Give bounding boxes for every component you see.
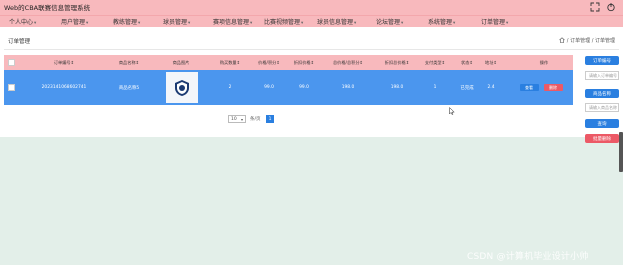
main-nav: 个人中心▾ 用户管理▾ 教练管理▾ 球员管理▾ 赛项信息管理▾ 比赛视频管理▾ … [0, 15, 623, 27]
row-checkbox[interactable] [6, 70, 16, 105]
search-button[interactable]: 查询 [585, 119, 619, 128]
logout-icon[interactable] [606, 2, 616, 12]
page-title: 订单管理 [8, 39, 31, 45]
cell-delete-action: 删除 [541, 70, 565, 105]
header-pay-type[interactable]: 支付类型 ⇕ [416, 55, 454, 70]
page-size-label: 条/页 [250, 117, 261, 122]
nav-item-forum-management[interactable]: 论坛管理▾ [376, 17, 403, 26]
cell-status: 已完成 [460, 85, 474, 91]
breadcrumb: / 订单管理 / 订单管理 [559, 37, 615, 44]
cell-product-name: 商品名称5 [118, 85, 140, 91]
nav-item-event-management[interactable]: 赛项信息管理▾ [213, 17, 252, 26]
nav-item-player-info-management[interactable]: 球员信息管理▾ [317, 17, 356, 26]
cell-product-image [165, 70, 198, 105]
app-title: Web的CBA联赛信息管理系统 [4, 4, 91, 12]
nav-item-order-management[interactable]: 订单管理▾ [481, 17, 508, 26]
header-price[interactable]: 价格/积分 ⇕ [254, 55, 284, 70]
delete-button[interactable]: 删除 [543, 84, 563, 91]
order-no-input[interactable]: 请输入订单编号 [585, 71, 619, 80]
cell-price: 99.0 [264, 85, 274, 90]
batch-delete-button[interactable]: 批量删除 [585, 134, 619, 143]
table-header: 订单编号 ⇕ 商品名称 ⇕ 商品图片 购买数量 ⇕ 价格/积分 ⇕ 折扣价格 ⇕ 总价格/… [4, 55, 573, 70]
cell-order-no: 2023141068602741 [41, 85, 87, 90]
divider [4, 49, 619, 50]
cell-pay-type: 1 [433, 85, 437, 90]
order-no-button[interactable]: 订单编号 [585, 56, 619, 65]
header-product-image: 商品图片 [172, 59, 190, 65]
watermark: CSDN @计算机毕业设计小帅 [467, 252, 589, 262]
page-size-select[interactable]: 10 ▾ [228, 115, 246, 123]
header-address[interactable]: 地址 ⇕ [480, 55, 502, 70]
header-product-name[interactable]: 商品名称 ⇕ [104, 55, 154, 70]
breadcrumb-item[interactable]: 订单管理 [570, 38, 590, 44]
current-page-button[interactable]: 1 [266, 115, 274, 123]
fullscreen-icon[interactable] [590, 2, 600, 12]
header-order-no[interactable]: 订单编号 ⇕ [34, 55, 94, 70]
product-name-button[interactable]: 商品名称 [585, 89, 619, 98]
nav-item-video-management[interactable]: 比赛视频管理▾ [264, 17, 303, 26]
cell-discount-total: 198.0 [390, 85, 404, 90]
header-discount-total[interactable]: 折扣总价格 ⇕ [375, 55, 419, 70]
cell-discount-price: 99.0 [299, 85, 309, 90]
select-all-checkbox[interactable] [6, 55, 16, 70]
header-quantity[interactable]: 购买数量 ⇕ [208, 55, 252, 70]
header-discount-price[interactable]: 折扣价格 ⇕ [286, 55, 322, 70]
team-logo-icon [174, 79, 189, 96]
nav-item-user-management[interactable]: 用户管理▾ [61, 17, 88, 26]
cell-quantity: 2 [228, 85, 232, 90]
view-button[interactable]: 查看 [519, 84, 539, 91]
header-actions: 操作 [539, 59, 549, 65]
product-name-input[interactable]: 请输入商品名称 [585, 103, 619, 112]
cell-view-action: 查看 [517, 70, 541, 105]
product-thumbnail[interactable] [165, 72, 198, 103]
scrollbar-thumb[interactable] [619, 132, 623, 172]
chevron-down-icon: ▾ [240, 117, 243, 122]
home-icon[interactable] [559, 37, 565, 43]
top-bar: Web的CBA联赛信息管理系统 [0, 0, 623, 15]
content-panel: 订单管理 / 订单管理 / 订单管理 订单编号 ⇕ 商品名称 ⇕ 商品图片 购买数量… [0, 27, 623, 137]
cell-address: 2.4 [487, 85, 495, 90]
nav-item-system-management[interactable]: 系统管理▾ [428, 17, 455, 26]
nav-item-personal-center[interactable]: 个人中心▾ [9, 17, 36, 26]
mouse-cursor-icon [449, 107, 455, 115]
header-total-price[interactable]: 总价格/总积分 ⇕ [325, 55, 371, 70]
header-status[interactable]: 状态 ⇕ [456, 55, 478, 70]
nav-item-coach-management[interactable]: 教练管理▾ [113, 17, 140, 26]
table-row[interactable]: 2023141068602741 商品名称5 2 99.0 99.0 198.0… [4, 70, 573, 105]
cell-total-price: 198.0 [341, 85, 355, 90]
nav-item-team-management[interactable]: 球员管理▾ [163, 17, 190, 26]
breadcrumb-item-current: 订单管理 [594, 38, 615, 44]
